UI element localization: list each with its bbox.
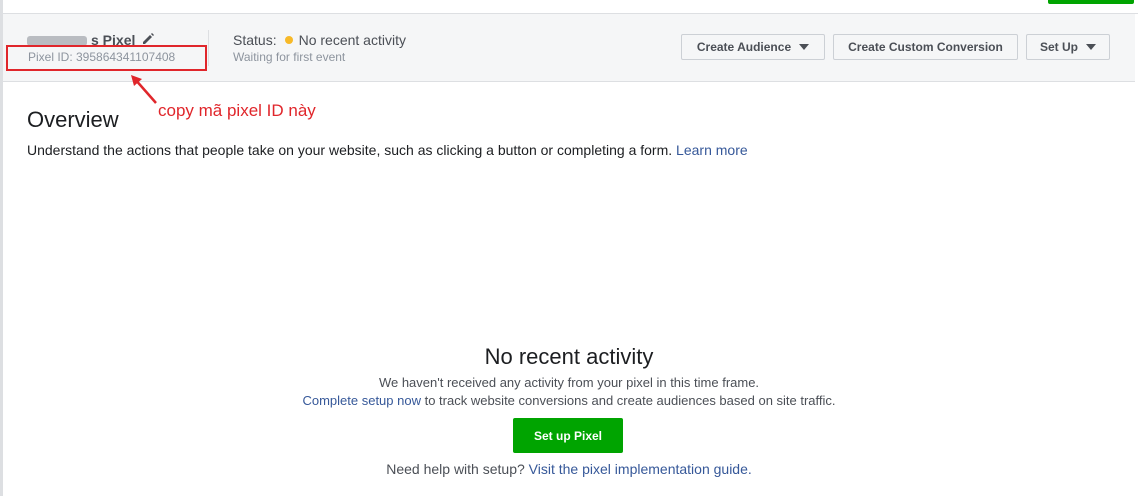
empty-state-line2: Complete setup now to track website conv… [0,393,1138,408]
chevron-down-icon [799,44,810,50]
complete-setup-link[interactable]: Complete setup now [302,393,421,408]
empty-state-line1: We haven't received any activity from yo… [378,375,760,390]
learn-more-link[interactable]: Learn more [676,142,748,158]
set-up-label: Set Up [1039,40,1078,54]
empty-state-title: No recent activity [484,344,654,369]
header-divider [208,30,209,66]
chevron-down-icon [1086,44,1096,50]
status-dot-icon [284,36,293,44]
annotation-text: copy mã pixel ID này [158,101,316,120]
top-right-green-button[interactable] [1048,0,1134,4]
status-subtext: Waiting for first event [233,50,346,64]
create-audience-label: Create Audience [696,40,792,54]
status-label: Status: [233,32,277,48]
overview-description: Understand the actions that people take … [27,142,748,158]
create-audience-button[interactable]: Create Audience [681,34,825,60]
pencil-edit-icon[interactable] [141,32,155,46]
set-up-button[interactable]: Set Up [1026,34,1110,60]
annotation-arrow-icon [131,75,157,104]
status-value: No recent activity [298,32,406,48]
status-line: Status: No recent activity [233,32,406,48]
empty-state-line2-text: to track website conversions and create … [420,393,836,408]
overview-description-text: Understand the actions that people take … [27,142,673,158]
help-line: Need help with setup? Visit the pixel im… [0,461,1138,477]
overview-title: Overview [27,107,119,132]
create-custom-conversion-button[interactable]: Create Custom Conversion [833,34,1018,60]
help-prefix: Need help with setup? [386,461,529,477]
create-conversion-label: Create Custom Conversion [848,40,1003,54]
pixel-id-highlight-box [6,45,207,71]
implementation-guide-link[interactable]: Visit the pixel implementation guide. [529,461,752,477]
set-up-pixel-button[interactable]: Set up Pixel [513,418,623,453]
